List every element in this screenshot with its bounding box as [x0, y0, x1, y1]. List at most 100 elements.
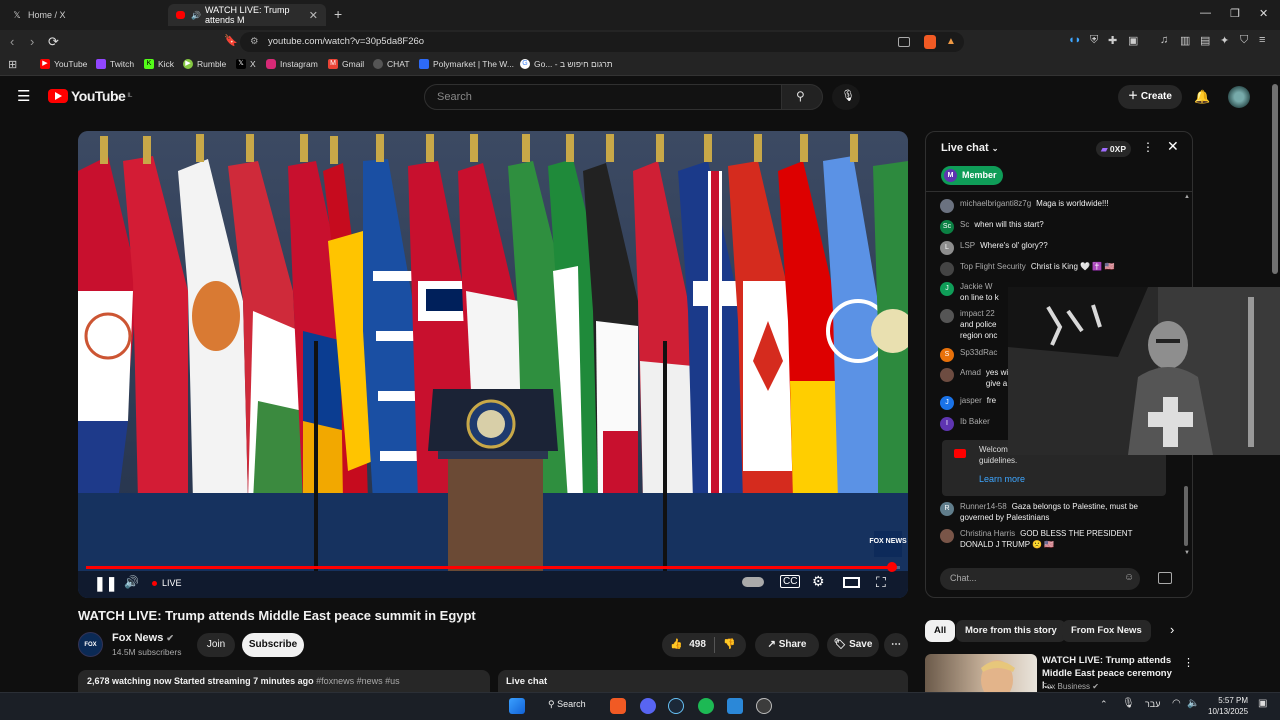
message-author[interactable]: Christina Harris	[960, 529, 1015, 538]
emoji-icon[interactable]: ☺	[1124, 572, 1134, 583]
bookmark-twitch[interactable]: Twitch	[96, 59, 134, 69]
volume-icon[interactable]: 🔊	[124, 575, 139, 589]
channel-avatar[interactable]: FOX	[78, 632, 103, 657]
close-tab-icon[interactable]: ✕	[309, 9, 318, 22]
chat-mode-dropdown[interactable]: Live chat ⌄	[941, 142, 998, 154]
pause-icon[interactable]: ❚❚	[94, 575, 117, 592]
message-author[interactable]: Ib Baker	[960, 417, 990, 428]
create-button[interactable]: ＋ Create	[1118, 85, 1182, 109]
message-author[interactable]: michaelbriganti8z7g	[960, 199, 1031, 210]
search-button[interactable]: ⚲	[781, 84, 823, 110]
bookmark-x[interactable]: 𝕏X	[236, 59, 256, 69]
language-indicator[interactable]: עבר	[1145, 699, 1160, 709]
photos-app-icon[interactable]	[727, 698, 743, 714]
chevron-right-icon[interactable]: ›	[1170, 622, 1174, 637]
recommended-more-icon[interactable]: ⋮	[1183, 656, 1194, 669]
autoplay-toggle[interactable]	[742, 577, 764, 587]
discord-icon[interactable]	[640, 698, 656, 714]
bookmark-rumble[interactable]: ▶ Rumble	[183, 59, 226, 69]
sidebar-icon[interactable]: ▥	[1180, 34, 1190, 47]
reload-icon[interactable]: ⟳	[48, 34, 59, 50]
brave-shields-icon[interactable]	[924, 35, 936, 49]
thumbs-down-icon[interactable]: 👎	[723, 633, 735, 657]
tray-mic-icon[interactable]: 🎙	[1122, 698, 1135, 709]
message-author[interactable]: impact 22	[960, 309, 995, 320]
scroll-up-icon[interactable]: ▲	[1184, 194, 1190, 200]
screenshot-icon[interactable]: ▣	[1128, 34, 1138, 47]
save-button[interactable]: 🏷 Save	[827, 633, 879, 657]
account-avatar[interactable]	[1228, 86, 1250, 108]
brave-browser-icon[interactable]	[610, 698, 626, 714]
hashtags[interactable]: #foxnews #news #us	[316, 676, 400, 686]
chip-all[interactable]: All	[925, 620, 956, 642]
message-author[interactable]: Top Flight Security	[960, 262, 1026, 273]
minimize-icon[interactable]: —	[1200, 7, 1211, 19]
chip-from-fox-news[interactable]: From Fox News	[1062, 620, 1151, 642]
progress-scrubber[interactable]	[886, 562, 897, 572]
bookmark-youtube[interactable]: ▶ YouTube	[40, 59, 87, 69]
new-tab-icon[interactable]: +	[334, 6, 342, 22]
restore-icon[interactable]: ❐	[1230, 7, 1240, 20]
tab-youtube-live[interactable]: 🔊 WATCH LIVE: Trump attends M ✕	[168, 4, 326, 26]
search-input[interactable]: Search	[424, 84, 782, 110]
forward-icon[interactable]: ›	[30, 34, 34, 49]
apps-grid-icon[interactable]: ⊞	[8, 58, 17, 71]
bookmark-google-search[interactable]: G Go... - חיפוש ב תרגום	[520, 59, 613, 69]
bookmark-instagram[interactable]: Instagram	[266, 59, 318, 69]
message-author[interactable]: LSP	[960, 241, 975, 252]
close-chat-icon[interactable]: ✕	[1167, 138, 1179, 155]
menu-icon[interactable]: ≡	[1259, 34, 1265, 46]
leo-icon[interactable]: ✦	[1220, 34, 1229, 47]
chip-more-from-story[interactable]: More from this story	[956, 620, 1066, 642]
scroll-thumb[interactable]	[1184, 486, 1188, 546]
theater-mode-icon[interactable]	[843, 577, 860, 588]
learn-more-link[interactable]: Learn more	[979, 474, 1025, 484]
extensions-icon[interactable]: ✚	[1108, 34, 1117, 47]
url-field[interactable]: ⚙ youtube.com/watch?v=30p5da8F26o ▲	[240, 32, 964, 52]
vpn-icon[interactable]: ⛉	[1240, 34, 1248, 47]
join-button[interactable]: Join	[197, 633, 235, 657]
youtube-logo[interactable]: YouTube IL	[48, 88, 132, 104]
shield-icon[interactable]: ⛨	[1090, 34, 1098, 47]
like-count[interactable]: 498	[689, 639, 706, 650]
voice-search-button[interactable]: 🎙	[832, 84, 860, 110]
recommended-thumbnail[interactable]	[925, 654, 1037, 694]
scroll-down-icon[interactable]: ▼	[1184, 550, 1190, 556]
steam-icon[interactable]	[668, 698, 684, 714]
spotify-icon[interactable]	[698, 698, 714, 714]
system-clock[interactable]: 5:57 PM 10/13/2025	[1208, 695, 1248, 717]
taskbar-search[interactable]: ⚲ Search	[548, 699, 586, 710]
tray-expand-icon[interactable]: ⌃	[1100, 699, 1108, 710]
description-summary[interactable]: 2,678 watching now Started streaming 7 m…	[78, 670, 490, 692]
message-author[interactable]: Sc	[960, 220, 969, 231]
bookmark-gmail[interactable]: M Gmail	[328, 59, 364, 69]
page-scrollbar[interactable]	[1272, 84, 1278, 274]
xp-badge[interactable]: ▰ 0XP	[1096, 141, 1131, 157]
live-badge[interactable]: LIVE	[152, 578, 182, 588]
close-window-icon[interactable]: ✕	[1259, 7, 1268, 20]
recommended-channel[interactable]: Fox Business ✔	[1042, 682, 1099, 691]
more-actions-icon[interactable]: ⋯	[884, 633, 908, 657]
windows-start-icon[interactable]	[509, 698, 525, 714]
chat-input[interactable]: Chat... ☺	[940, 568, 1140, 590]
notification-center-icon[interactable]: ▣	[1258, 698, 1267, 709]
share-button[interactable]: ↗ Share	[755, 633, 819, 657]
tab-home-x[interactable]: 𝕏 Home / X	[4, 4, 164, 26]
message-author[interactable]: jasper	[960, 396, 982, 407]
audio-icon[interactable]: ◖◗	[1068, 34, 1081, 46]
wallet-icon[interactable]: ▤	[1200, 34, 1210, 47]
message-author[interactable]: Amad	[960, 368, 981, 379]
cast-icon[interactable]	[898, 37, 910, 47]
subscribe-button[interactable]: Subscribe	[242, 633, 304, 657]
video-player[interactable]: FOX NEWS ❚❚ 🔊 LIVE CC ⚙ ⛶	[78, 131, 908, 598]
thumbs-up-icon[interactable]: 👍	[670, 639, 682, 650]
hamburger-menu-icon[interactable]: ☰	[17, 87, 30, 105]
speaker-icon[interactable]: 🔈	[1187, 698, 1199, 709]
bookmark-polymarket[interactable]: Polymarket | The W...	[419, 59, 514, 69]
progress-track[interactable]	[86, 562, 900, 572]
notifications-bell-icon[interactable]: 🔔	[1194, 89, 1210, 105]
chat-more-options-icon[interactable]: ⋮	[1142, 140, 1154, 154]
music-icon[interactable]: ♫	[1160, 34, 1168, 46]
brave-rewards-icon[interactable]: ▲	[946, 32, 956, 52]
settings-gear-icon[interactable]: ⚙	[812, 573, 825, 590]
